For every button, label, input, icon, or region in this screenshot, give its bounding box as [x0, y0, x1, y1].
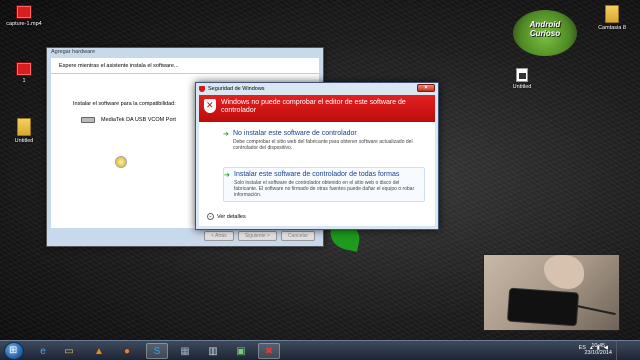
windows-security-dialog: Seguridad de Windows × Windows no puede … — [195, 82, 439, 230]
phone-image — [506, 287, 580, 327]
document-icon — [516, 68, 528, 82]
explorer-icon[interactable]: ▭ — [58, 343, 80, 359]
ie-icon[interactable]: e — [32, 343, 54, 359]
install-anyway-option[interactable]: ➔ Instalar este software de controlador … — [223, 167, 425, 202]
usb-device-icon — [81, 117, 95, 123]
dialog-titlebar: Seguridad de Windows — [196, 83, 438, 94]
details-label: Ver detalles — [217, 213, 246, 220]
dont-install-option[interactable]: ➔ No instalar este software de controlad… — [223, 130, 425, 151]
dialog-title: Seguridad de Windows — [208, 85, 265, 92]
warning-text: Windows no puede comprobar el editor de … — [221, 99, 406, 114]
desktop-icon-1[interactable]: 1 — [0, 62, 48, 84]
clock-time: 10:45 — [591, 343, 606, 349]
cancel-button[interactable]: Cancelar — [280, 231, 315, 241]
device-row: MediaTek DA USB VCOM Port — [81, 117, 176, 123]
usb-cable-image — [576, 304, 616, 316]
busy-cursor-icon — [115, 156, 127, 168]
folder-icon — [17, 118, 31, 136]
close-app-icon[interactable]: ✖ — [258, 343, 280, 359]
folder-icon — [605, 5, 619, 23]
chevron-down-icon: ⌄ — [207, 213, 214, 220]
start-button[interactable] — [4, 342, 24, 360]
window-title: Agregar hardware — [51, 49, 96, 55]
desktop-icon-label: Untitled — [14, 138, 34, 144]
firefox-icon[interactable]: ● — [116, 343, 138, 359]
close-button[interactable]: × — [417, 84, 435, 92]
desktop-icon-label: capture-1.mp4 — [6, 21, 42, 27]
clock[interactable]: 10:45 23/10/2014 — [584, 343, 612, 357]
option-title: No instalar este software de controlador — [233, 130, 357, 137]
green-arrow-icon: ➔ — [223, 131, 229, 138]
webcam-overlay — [483, 254, 620, 331]
installing-label: Instalar el software para la compatibili… — [73, 101, 176, 107]
shield-icon — [199, 85, 205, 92]
next-button[interactable]: Siguiente > — [237, 231, 277, 241]
desktop-icon-video[interactable]: capture-1.mp4 — [0, 5, 48, 27]
show-desktop-button[interactable] — [616, 341, 640, 360]
wizard-header: Espere mientras el asistente instala el … — [51, 58, 319, 74]
dialog-body: ➔ No instalar este software de controlad… — [199, 122, 435, 226]
desktop-icon-camtasia[interactable]: Camtasia 8 — [588, 5, 636, 31]
option-description: Solo instalar el software de controlador… — [234, 180, 415, 198]
skype-icon[interactable]: S — [146, 343, 168, 359]
back-button[interactable]: < Atrás — [203, 231, 234, 241]
hand-image — [544, 255, 584, 289]
app-icon[interactable]: ▦ — [174, 343, 196, 359]
video-file-icon — [16, 5, 32, 19]
desktop-icon-label: 1 — [22, 78, 26, 84]
device-name: MediaTek DA USB VCOM Port — [101, 117, 176, 123]
desktop-icon-label: Camtasia 8 — [598, 25, 626, 31]
warning-shield-icon — [204, 99, 216, 113]
green-arrow-icon: ➔ — [224, 172, 230, 179]
taskbar: e ▭ ▲ ● S ▦ ▥ ▣ ✖ ES ▴ ▮ ◀ 10:45 23/10/2… — [0, 340, 640, 360]
desktop-icon-label: Untitled — [512, 84, 532, 90]
vlc-icon[interactable]: ▲ — [88, 343, 110, 359]
desktop-icon-untitled-file[interactable]: Untitled — [498, 68, 546, 90]
warning-banner: Windows no puede comprobar el editor de … — [199, 95, 435, 122]
wizard-footer: < Atrás Siguiente > Cancelar — [51, 229, 319, 243]
clock-date: 23/10/2014 — [584, 350, 612, 356]
file-icon — [16, 62, 32, 76]
app-icon[interactable]: ▥ — [202, 343, 224, 359]
details-toggle[interactable]: ⌄ Ver detalles — [207, 213, 246, 220]
app-icon[interactable]: ▣ — [230, 343, 252, 359]
option-title: Instalar este software de controlador de… — [234, 171, 400, 178]
android-curioso-logo: Android Curioso — [513, 10, 577, 56]
desktop-icon-untitled-folder[interactable]: Untitled — [0, 118, 48, 144]
option-description: Debe comprobar el sitio web del fabrican… — [233, 139, 413, 151]
